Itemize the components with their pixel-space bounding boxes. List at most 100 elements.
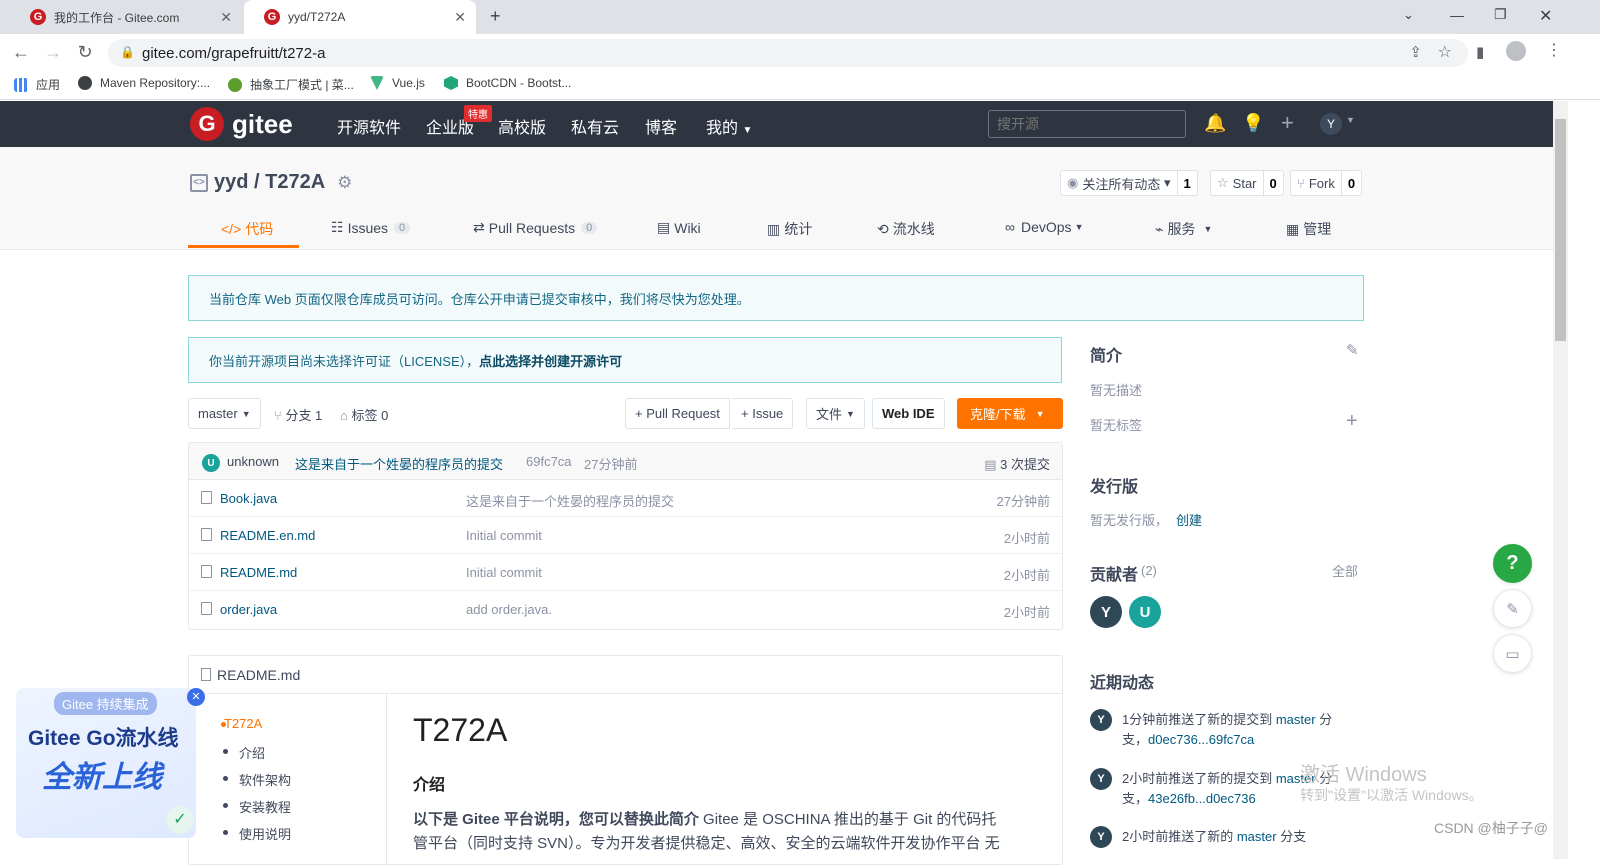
user-avatar[interactable]: Y bbox=[1320, 113, 1342, 135]
scrollbar-thumb[interactable] bbox=[1555, 119, 1566, 341]
browser-tab-workbench[interactable]: G 我的工作台 - Gitee.com ✕ bbox=[10, 0, 242, 34]
tab-code[interactable]: </> 代码 bbox=[221, 219, 273, 239]
chat-icon[interactable]: ▭ bbox=[1493, 634, 1532, 673]
new-pull-request-button[interactable]: + Pull Request bbox=[625, 398, 730, 429]
gitee-logo[interactable]: G gitee bbox=[190, 107, 293, 141]
tab-services[interactable]: ⌁ 服务 ▼ bbox=[1155, 219, 1212, 239]
toc-item[interactable]: T272A bbox=[224, 716, 262, 731]
gitee-go-promo[interactable]: Gitee 持续集成 Gitee Go流水线 全新上线 ✓ bbox=[16, 688, 196, 838]
browser-tab-repo[interactable]: G yyd/T272A ✕ bbox=[244, 0, 476, 34]
side-panel-icon[interactable]: ▮ bbox=[1476, 43, 1484, 61]
nav-education[interactable]: 高校版 bbox=[498, 114, 546, 138]
bookmark-bootcdn[interactable]: BootCDN - Bootst... bbox=[444, 76, 571, 90]
url-field[interactable]: 🔒 gitee.com/grapefruitt/t272-a ⇪ ☆ bbox=[108, 39, 1468, 67]
file-commit-message[interactable]: add order.java. bbox=[466, 602, 552, 617]
window-close-icon[interactable]: ✕ bbox=[1539, 6, 1552, 26]
file-menu-button[interactable]: 文件 ▼ bbox=[806, 398, 865, 429]
minimize-icon[interactable]: — bbox=[1450, 7, 1464, 23]
commit-author[interactable]: unknown bbox=[227, 454, 279, 469]
activity-avatar[interactable]: Y bbox=[1090, 768, 1112, 790]
lightbulb-icon[interactable]: 💡 bbox=[1242, 113, 1264, 134]
branch-select[interactable]: master ▼ bbox=[188, 398, 261, 429]
compare-link[interactable]: 43e26fb...d0ec736 bbox=[1148, 791, 1256, 806]
tab-wiki[interactable]: ▤ Wiki bbox=[657, 219, 701, 236]
contributor-avatar[interactable]: U bbox=[1129, 596, 1161, 628]
avatar-caret-icon[interactable]: ▼ bbox=[1346, 115, 1355, 125]
file-row[interactable]: order.java add order.java. 2小时前 bbox=[189, 591, 1062, 628]
nav-mine[interactable]: 我的 ▼ bbox=[706, 114, 752, 138]
menu-icon[interactable]: ⋮ bbox=[1546, 40, 1562, 60]
commit-avatar[interactable]: U bbox=[202, 454, 220, 472]
clone-download-button[interactable]: 克隆/下载 ▼ bbox=[957, 398, 1063, 429]
feedback-edit-icon[interactable]: ✎ bbox=[1493, 589, 1532, 628]
bell-icon[interactable]: 🔔 bbox=[1204, 113, 1226, 134]
plus-icon[interactable]: + bbox=[1281, 110, 1294, 136]
toc-item[interactable]: 软件架构 bbox=[239, 770, 291, 789]
bookmark-apps[interactable]: 应用 bbox=[14, 76, 60, 93]
all-contributors-link[interactable]: 全部 bbox=[1332, 561, 1358, 580]
toc-item[interactable]: 安装教程 bbox=[239, 797, 291, 816]
tab-issues[interactable]: ☷ Issues 0 bbox=[331, 219, 411, 236]
bookmark-maven[interactable]: Maven Repository:... bbox=[78, 76, 210, 90]
tab-pipeline[interactable]: ⟲ 流水线 bbox=[877, 219, 935, 239]
tab-pull-requests[interactable]: ⇄ Pull Requests 0 bbox=[473, 219, 598, 236]
file-name[interactable]: Book.java bbox=[220, 491, 277, 506]
search-input[interactable] bbox=[988, 110, 1186, 138]
nav-open-source[interactable]: 开源软件 bbox=[337, 114, 401, 138]
file-row[interactable]: README.md Initial commit 2小时前 bbox=[189, 554, 1062, 591]
back-icon[interactable]: ← bbox=[10, 42, 32, 63]
fork-button[interactable]: ⑂ Fork 0 bbox=[1290, 170, 1363, 196]
bookmark-vue[interactable]: Vue.js bbox=[370, 76, 425, 90]
new-issue-button[interactable]: + Issue bbox=[732, 398, 794, 429]
share-icon[interactable]: ⇪ bbox=[1409, 43, 1422, 61]
promo-close-icon[interactable]: ✕ bbox=[187, 688, 205, 706]
tab-title: 我的工作台 - Gitee.com bbox=[54, 10, 180, 25]
page-scrollbar[interactable] bbox=[1553, 101, 1568, 859]
restore-icon[interactable]: ❐ bbox=[1494, 6, 1507, 23]
file-commit-message[interactable]: Initial commit bbox=[466, 528, 542, 543]
commit-message[interactable]: 这是来自于一个姓晏的程序员的提交 bbox=[295, 454, 503, 473]
close-tab-icon[interactable]: ✕ bbox=[220, 9, 232, 26]
toc-item[interactable]: 介绍 bbox=[239, 743, 265, 762]
file-name[interactable]: order.java bbox=[220, 602, 277, 617]
file-name[interactable]: README.en.md bbox=[220, 528, 315, 543]
watch-button[interactable]: ◉ 关注所有动态 ▾ 1 bbox=[1060, 170, 1198, 196]
branch-link[interactable]: master bbox=[1237, 829, 1277, 844]
tab-search-icon[interactable]: ⌄ bbox=[1403, 7, 1414, 23]
activity-avatar[interactable]: Y bbox=[1090, 826, 1112, 848]
edit-icon[interactable]: ✎ bbox=[1346, 341, 1359, 359]
close-tab-icon[interactable]: ✕ bbox=[454, 9, 466, 26]
runoob-icon bbox=[228, 77, 242, 92]
web-ide-button[interactable]: Web IDE bbox=[872, 398, 945, 429]
reload-icon[interactable]: ↻ bbox=[74, 42, 96, 63]
commit-hash[interactable]: 69fc7ca bbox=[526, 454, 572, 469]
nav-private-cloud[interactable]: 私有云 bbox=[571, 114, 619, 138]
add-tag-icon[interactable]: + bbox=[1346, 410, 1358, 433]
branch-link[interactable]: master bbox=[1276, 712, 1316, 727]
bookmark-factory[interactable]: 抽象工厂模式 | 菜... bbox=[228, 76, 354, 93]
tab-manage[interactable]: ▦ 管理 bbox=[1286, 219, 1331, 239]
profile-icon[interactable] bbox=[1506, 41, 1526, 61]
tab-devops[interactable]: ∞ DevOps ▼ bbox=[1005, 219, 1083, 235]
branches-link[interactable]: ⑂ 分支 1 bbox=[274, 405, 322, 424]
tags-link[interactable]: ⌂ 标签 0 bbox=[340, 405, 388, 424]
file-commit-message[interactable]: Initial commit bbox=[466, 565, 542, 580]
activity-avatar[interactable]: Y bbox=[1090, 709, 1112, 731]
new-tab-button[interactable]: + bbox=[490, 6, 501, 27]
compare-link[interactable]: d0ec736...69fc7ca bbox=[1148, 732, 1254, 747]
bookmark-star-icon[interactable]: ☆ bbox=[1438, 42, 1452, 62]
file-name[interactable]: README.md bbox=[220, 565, 297, 580]
nav-blog[interactable]: 博客 bbox=[645, 114, 677, 138]
file-commit-message[interactable]: 这是来自于一个姓晏的程序员的提交 bbox=[466, 491, 674, 510]
tab-stats[interactable]: ▥ 统计 bbox=[767, 219, 812, 239]
license-link[interactable]: 点此选择并创建开源许可 bbox=[479, 351, 622, 370]
file-row[interactable]: README.en.md Initial commit 2小时前 bbox=[189, 517, 1062, 554]
toc-item[interactable]: 使用说明 bbox=[239, 824, 291, 843]
create-release-link[interactable]: 创建 bbox=[1176, 510, 1202, 529]
forward-icon[interactable]: → bbox=[42, 42, 64, 63]
star-button[interactable]: ☆ Star 0 bbox=[1210, 170, 1284, 196]
commit-count-link[interactable]: ▤ 3 次提交 bbox=[984, 454, 1050, 473]
help-button[interactable]: ? bbox=[1493, 544, 1532, 583]
contributor-avatar[interactable]: Y bbox=[1090, 596, 1122, 628]
file-row[interactable]: Book.java 这是来自于一个姓晏的程序员的提交 27分钟前 bbox=[189, 480, 1062, 517]
